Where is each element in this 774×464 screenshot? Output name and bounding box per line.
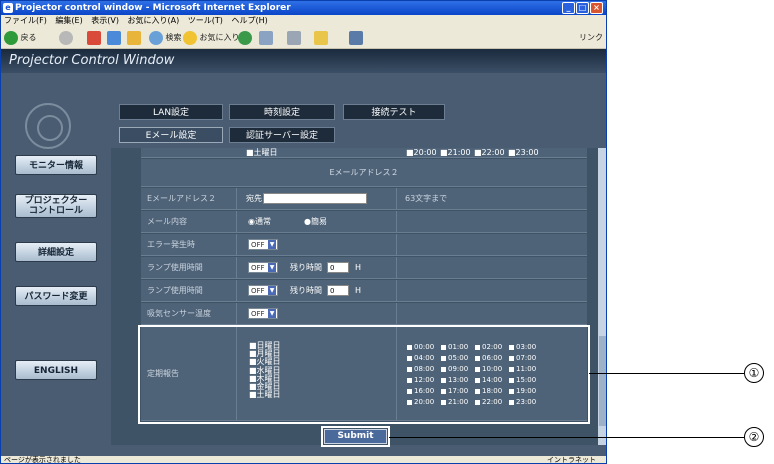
refresh-icon	[107, 30, 121, 45]
tab-time[interactable]: 時刻設定	[229, 104, 335, 120]
minimize-button[interactable]: _	[562, 2, 575, 14]
maximize-button[interactable]: □	[576, 2, 589, 14]
toolbar: 戻る 検索 お気に入り リンク	[1, 27, 606, 49]
back-button[interactable]: 戻る	[4, 30, 37, 46]
browser-window: e Projector control window - Microsoft I…	[0, 0, 607, 464]
forward-arrow-icon	[59, 30, 73, 45]
error-row: エラー発生時 OFF	[141, 234, 587, 256]
status-bar: ページが表示されました イントラネット	[1, 456, 606, 464]
callout-2: ②	[744, 427, 764, 447]
email-address-input[interactable]	[263, 193, 367, 204]
callout-1: ①	[744, 363, 764, 383]
favorites-button[interactable]: お気に入り	[183, 30, 240, 46]
lamp2-select[interactable]: OFF	[248, 285, 278, 296]
lamp-time-row-1: ランプ使用時間 OFF 残り時間 0 H	[141, 257, 587, 279]
lamp-time-row-2: ランプ使用時間 OFF 残り時間 0 H	[141, 280, 587, 302]
mail-content-row: メール内容 ◉通常 ●簡易	[141, 211, 587, 233]
top-cut-row: ■土曜日 ■20:00 ■21:00 ■22:00 ■23:00	[141, 148, 587, 158]
lamp1-hours-input[interactable]: 0	[327, 262, 349, 273]
forward-button[interactable]	[59, 30, 73, 46]
scrollbar[interactable]	[598, 148, 606, 445]
home-button[interactable]	[127, 30, 141, 46]
tab-lan[interactable]: LAN設定	[119, 104, 223, 120]
lamp2-hours-input[interactable]: 0	[327, 285, 349, 296]
intake-select[interactable]: OFF	[248, 308, 278, 319]
close-button[interactable]: ×	[590, 2, 603, 14]
callout-line-1	[589, 373, 744, 374]
stop-icon	[87, 30, 101, 45]
folder-icon	[314, 30, 328, 45]
submit-button[interactable]: Submit	[324, 429, 387, 444]
tab-email[interactable]: Eメール設定	[119, 127, 223, 143]
history-icon	[238, 30, 252, 45]
tab-connection-test[interactable]: 接続テスト	[343, 104, 445, 120]
nav-english[interactable]: ENGLISH	[15, 360, 97, 380]
menu-bar: ファイル(F) 編集(E) 表示(V) お気に入り(A) ツール(T) ヘルプ(…	[1, 15, 606, 27]
radio-normal[interactable]: ◉通常	[248, 211, 271, 233]
top-time-0: ■20:00	[406, 148, 437, 157]
callout-line-2	[389, 437, 744, 438]
menu-file[interactable]: ファイル(F)	[4, 16, 47, 25]
menu-view[interactable]: 表示(V)	[91, 16, 119, 25]
menu-edit[interactable]: 編集(E)	[55, 16, 82, 25]
brand-bar: Projector Control Window	[1, 49, 606, 73]
menu-help[interactable]: ヘルプ(H)	[231, 16, 267, 25]
history-button[interactable]	[238, 30, 252, 46]
search-icon	[149, 30, 163, 45]
nav-projector-control[interactable]: プロジェクター コントロール	[15, 194, 97, 218]
top-time-2: ■22:00	[474, 148, 505, 157]
menu-favorites[interactable]: お気に入り(A)	[128, 16, 180, 25]
search-button[interactable]: 検索	[149, 30, 182, 46]
ie-icon: e	[3, 3, 13, 13]
top-time-1: ■21:00	[440, 148, 471, 157]
section-header: Eメールアドレス２	[141, 159, 587, 187]
folder-button[interactable]	[314, 30, 328, 46]
periodic-highlight	[138, 325, 590, 424]
tab-auth-server[interactable]: 認証サーバー設定	[229, 127, 335, 143]
refresh-button[interactable]	[107, 30, 121, 46]
messenger-icon	[349, 30, 363, 45]
links-label[interactable]: リンク	[579, 30, 603, 46]
zone-text: イントラネット	[547, 456, 596, 464]
stop-button[interactable]	[87, 30, 101, 46]
mail-icon	[259, 30, 273, 45]
print-icon	[287, 30, 301, 45]
scrollbar-thumb[interactable]	[599, 336, 606, 426]
radio-simple[interactable]: ●簡易	[304, 211, 327, 233]
logo-icon	[25, 103, 71, 149]
home-icon	[127, 30, 141, 45]
status-text: ページが表示されました	[4, 456, 81, 464]
email-address-row: Eメールアドレス２ 宛先 63文字まで	[141, 188, 587, 210]
messenger-button[interactable]	[349, 30, 363, 46]
error-select[interactable]: OFF	[248, 239, 278, 250]
print-button[interactable]	[287, 30, 301, 46]
star-icon	[183, 30, 197, 45]
mail-button[interactable]	[259, 30, 273, 46]
back-arrow-icon	[4, 30, 18, 45]
nav-password-change[interactable]: パスワード変更	[15, 286, 97, 306]
title-bar: e Projector control window - Microsoft I…	[1, 1, 606, 15]
top-time-3: ■23:00	[508, 148, 539, 157]
nav-detail-settings[interactable]: 詳細設定	[15, 242, 97, 262]
window-title: Projector control window - Microsoft Int…	[15, 3, 291, 13]
nav-monitor-info[interactable]: モニター情報	[15, 155, 97, 175]
intake-temp-row: 吸気センサー温度 OFF	[141, 303, 587, 325]
lamp1-select[interactable]: OFF	[248, 262, 278, 273]
menu-tools[interactable]: ツール(T)	[188, 16, 223, 25]
